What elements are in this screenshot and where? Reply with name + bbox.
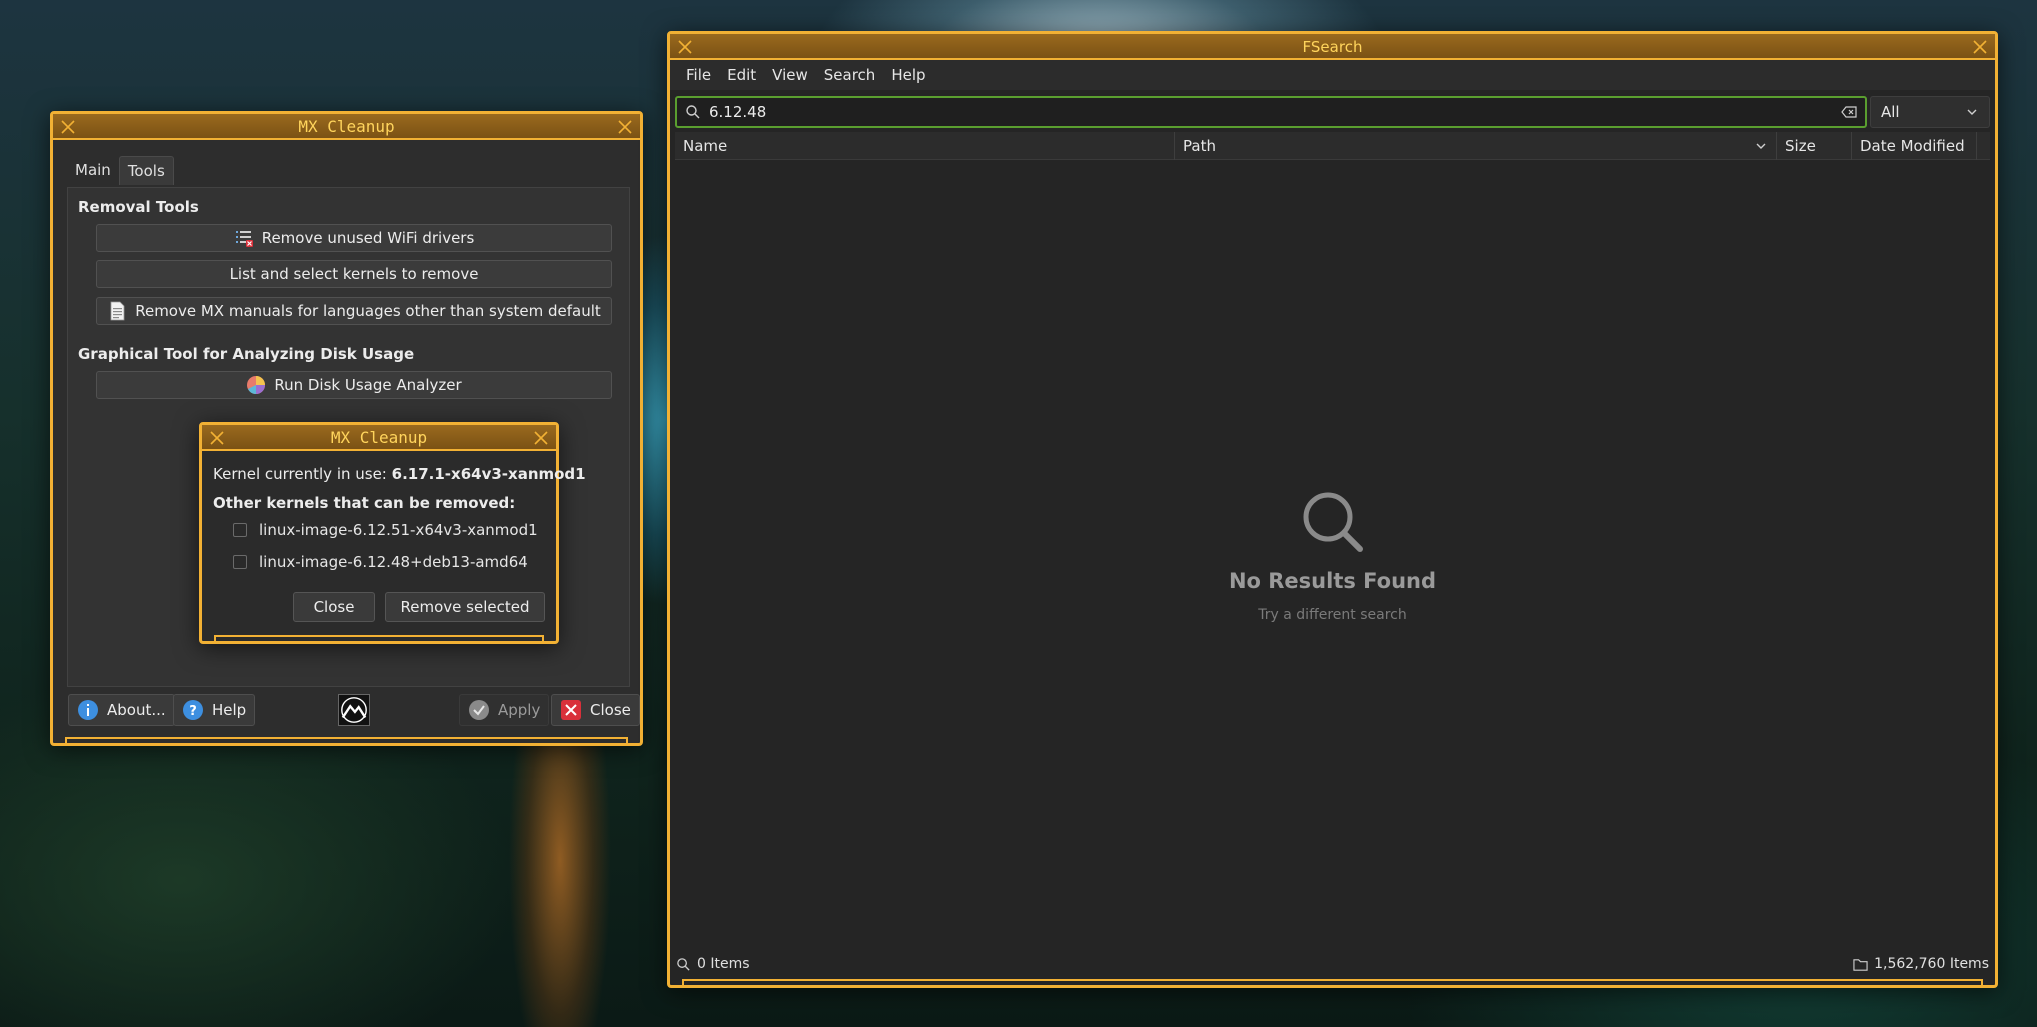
database-count: 1,562,760 Items bbox=[1874, 956, 1989, 972]
help-icon: ? bbox=[182, 699, 204, 721]
fsearch-titlebar[interactable]: FSearch bbox=[670, 34, 1995, 60]
search-input-value: 6.12.48 bbox=[709, 103, 767, 121]
menu-file[interactable]: File bbox=[678, 66, 719, 84]
search-icon bbox=[676, 957, 691, 972]
kernel-dialog-titlebar[interactable]: MX Cleanup bbox=[202, 425, 556, 451]
other-kernels-label: Other kernels that can be removed: bbox=[213, 494, 516, 512]
mx-logo-icon bbox=[338, 694, 370, 726]
folder-icon bbox=[1853, 957, 1868, 972]
apply-button[interactable]: Apply bbox=[459, 694, 550, 726]
resize-grip[interactable] bbox=[682, 979, 1983, 986]
empty-state: No Results Found Try a different search bbox=[670, 489, 1995, 623]
info-icon bbox=[77, 699, 99, 721]
apply-label: Apply bbox=[498, 701, 541, 719]
kernel-in-use-line: Kernel currently in use: 6.17.1-x64v3-xa… bbox=[213, 465, 586, 483]
column-date-modified[interactable]: Date Modified bbox=[1852, 132, 1977, 160]
search-icon bbox=[685, 104, 701, 120]
column-path-label: Path bbox=[1183, 137, 1216, 155]
list-kernels-label: List and select kernels to remove bbox=[229, 265, 479, 283]
results-column-header: Name Path Size Date Modified bbox=[675, 132, 1990, 160]
tab-tools[interactable]: Tools bbox=[118, 156, 174, 185]
document-icon bbox=[107, 301, 127, 321]
kernel-option[interactable]: linux-image-6.12.51-x64v3-xanmod1 bbox=[233, 521, 538, 539]
disk-usage-analyzer-icon bbox=[246, 375, 266, 395]
filter-dropdown[interactable]: All bbox=[1870, 96, 1990, 128]
column-name[interactable]: Name bbox=[675, 132, 1175, 160]
run-disk-usage-analyzer-button[interactable]: Run Disk Usage Analyzer bbox=[96, 371, 612, 399]
column-path[interactable]: Path bbox=[1175, 132, 1777, 160]
close-icon[interactable] bbox=[1970, 37, 1990, 57]
search-icon bbox=[1300, 489, 1366, 555]
menu-help[interactable]: Help bbox=[883, 66, 933, 84]
run-disk-usage-analyzer-label: Run Disk Usage Analyzer bbox=[274, 376, 462, 394]
removal-tools-heading: Removal Tools bbox=[78, 198, 199, 216]
close-button[interactable]: Close bbox=[551, 694, 640, 726]
close-icon[interactable] bbox=[531, 428, 551, 448]
result-count: 0 Items bbox=[697, 956, 750, 972]
help-label: Help bbox=[212, 701, 247, 719]
kernel-dialog: MX Cleanup Kernel currently in use: 6.17… bbox=[199, 422, 586, 644]
fsearch-window: FSearch File Edit View Search Help 6.12.… bbox=[667, 31, 1998, 988]
resize-grip[interactable] bbox=[65, 737, 628, 744]
about-label: About... bbox=[107, 701, 166, 719]
window-title: MX Cleanup bbox=[298, 117, 395, 136]
help-button[interactable]: ? Help bbox=[173, 694, 256, 726]
remove-manuals-label: Remove MX manuals for languages other th… bbox=[135, 302, 601, 320]
filter-value: All bbox=[1881, 103, 1900, 121]
dialog-title: MX Cleanup bbox=[330, 428, 428, 447]
window-menu-icon[interactable] bbox=[675, 37, 695, 57]
tab-main[interactable]: Main bbox=[67, 156, 119, 185]
remove-wifi-drivers-label: Remove unused WiFi drivers bbox=[261, 229, 475, 247]
about-button[interactable]: About... bbox=[68, 694, 175, 726]
menu-view[interactable]: View bbox=[764, 66, 816, 84]
kernel-checkbox[interactable] bbox=[233, 523, 247, 537]
chevron-down-icon bbox=[1965, 105, 1979, 119]
window-menu-icon[interactable] bbox=[58, 117, 78, 137]
kernel-in-use-label: Kernel currently in use: bbox=[213, 465, 387, 483]
status-database[interactable]: 1,562,760 Items bbox=[1853, 956, 1989, 972]
status-bar: 0 Items 1,562,760 Items bbox=[670, 951, 1995, 977]
footer-bar: About... ? Help Apply Close bbox=[65, 690, 640, 730]
empty-subtitle: Try a different search bbox=[1258, 607, 1407, 623]
column-size[interactable]: Size bbox=[1777, 132, 1852, 160]
search-input[interactable]: 6.12.48 bbox=[675, 96, 1867, 128]
tab-bar: Main Tools bbox=[67, 156, 174, 185]
status-results: 0 Items bbox=[676, 956, 750, 972]
empty-title: No Results Found bbox=[1228, 569, 1437, 593]
kernel-in-use-value: 6.17.1-x64v3-xanmod1 bbox=[391, 465, 586, 483]
menu-search[interactable]: Search bbox=[816, 66, 884, 84]
search-row: 6.12.48 All bbox=[675, 96, 1990, 128]
window-menu-icon[interactable] bbox=[207, 428, 227, 448]
remove-selected-button[interactable]: Remove selected bbox=[385, 592, 545, 622]
close-icon[interactable] bbox=[615, 117, 635, 137]
disk-usage-heading: Graphical Tool for Analyzing Disk Usage bbox=[78, 345, 415, 363]
remove-manuals-button[interactable]: Remove MX manuals for languages other th… bbox=[96, 297, 612, 325]
svg-text:?: ? bbox=[189, 704, 197, 719]
menu-edit[interactable]: Edit bbox=[719, 66, 764, 84]
kernel-option-label: linux-image-6.12.48+deb13-amd64 bbox=[259, 553, 528, 571]
menu-bar: File Edit View Search Help bbox=[670, 60, 1995, 90]
dialog-close-button[interactable]: Close bbox=[293, 592, 375, 622]
remove-wifi-drivers-button[interactable]: Remove unused WiFi drivers bbox=[96, 224, 612, 252]
sort-chevron-icon bbox=[1754, 139, 1768, 153]
list-kernels-button[interactable]: List and select kernels to remove bbox=[96, 260, 612, 288]
list-remove-icon bbox=[234, 228, 254, 248]
kernel-option-label: linux-image-6.12.51-x64v3-xanmod1 bbox=[259, 521, 538, 539]
kernel-checkbox[interactable] bbox=[233, 555, 247, 569]
close-red-icon bbox=[560, 699, 582, 721]
window-title: FSearch bbox=[1302, 38, 1363, 56]
checkmark-icon bbox=[468, 699, 490, 721]
mx-cleanup-titlebar[interactable]: MX Cleanup bbox=[53, 114, 640, 140]
clear-search-icon[interactable] bbox=[1841, 104, 1857, 120]
close-label: Close bbox=[590, 701, 631, 719]
resize-grip[interactable] bbox=[214, 635, 544, 642]
kernel-option[interactable]: linux-image-6.12.48+deb13-amd64 bbox=[233, 553, 528, 571]
